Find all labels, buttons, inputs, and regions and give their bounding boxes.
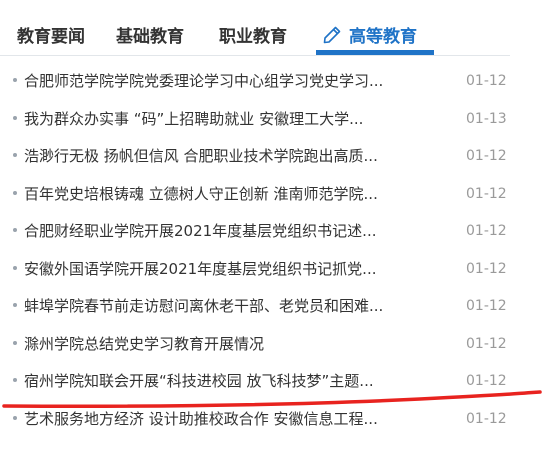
news-item[interactable]: 蚌埠学院春节前走访慰问离休老干部、老党员和困难... 01-12 bbox=[0, 288, 520, 326]
bullet-icon bbox=[13, 115, 17, 120]
active-tab-indicator bbox=[316, 50, 434, 55]
bullet-icon bbox=[13, 378, 17, 382]
news-date: 01-12 bbox=[466, 73, 507, 89]
bullet-icon bbox=[13, 340, 17, 345]
news-item[interactable]: 滁州学院总结党史学习教育开展情况 01-12 bbox=[0, 326, 520, 364]
bullet-icon bbox=[13, 78, 17, 82]
news-title[interactable]: 浩渺行无极 扬帆但信风 合肥职业技术学院跑出高质... bbox=[24, 144, 419, 168]
tab-bar: 教育要闻 基础教育 职业教育 高等教育 bbox=[0, 0, 510, 56]
news-title[interactable]: 安徽外国语学院开展2021年度基层党组织书记抓党... bbox=[24, 257, 419, 281]
news-item[interactable]: 我为群众办实事 “码”上招聘助就业 安徽理工大学... 01-13 bbox=[0, 101, 520, 139]
tab-education-news[interactable]: 教育要闻 bbox=[17, 22, 85, 52]
bullet-icon bbox=[13, 303, 17, 307]
tab-higher-education-label: 高等教育 bbox=[349, 27, 417, 47]
news-date: 01-12 bbox=[466, 260, 507, 277]
news-title[interactable]: 合肥财经职业学院开展2021年度基层党组织书记述... bbox=[24, 219, 419, 243]
news-title[interactable]: 我为群众办实事 “码”上招聘助就业 安徽理工大学... bbox=[24, 107, 419, 131]
bullet-icon bbox=[13, 265, 17, 270]
bullet-icon bbox=[13, 228, 17, 232]
bullet-icon bbox=[13, 190, 17, 195]
news-date: 01-12 bbox=[466, 223, 507, 239]
news-item[interactable]: 浩渺行无极 扬帆但信风 合肥职业技术学院跑出高质... 01-12 bbox=[0, 138, 520, 176]
news-date: 01-12 bbox=[466, 410, 507, 427]
news-date: 01-12 bbox=[466, 185, 507, 202]
news-item[interactable]: 宿州学院知联会开展“科技进校园 放飞科技梦”主题... 01-12 bbox=[0, 363, 520, 401]
bullet-icon bbox=[13, 415, 17, 420]
news-date: 01-13 bbox=[466, 110, 507, 127]
news-item[interactable]: 合肥师范学院学院党委理论学习中心组学习党史学习... 01-12 bbox=[0, 63, 520, 101]
news-item[interactable]: 合肥财经职业学院开展2021年度基层党组织书记述... 01-12 bbox=[0, 213, 520, 251]
news-date: 01-12 bbox=[466, 335, 507, 352]
news-date: 01-12 bbox=[466, 298, 507, 314]
tab-basic-education[interactable]: 基础教育 bbox=[116, 22, 184, 52]
news-title[interactable]: 合肥师范学院学院党委理论学习中心组学习党史学习... bbox=[24, 69, 419, 93]
bullet-icon bbox=[13, 153, 17, 157]
news-item[interactable]: 百年党史培根铸魂 立德树人守正创新 淮南师范学院... 01-12 bbox=[0, 176, 520, 214]
news-date: 01-12 bbox=[466, 373, 507, 389]
news-title[interactable]: 宿州学院知联会开展“科技进校园 放飞科技梦”主题... bbox=[24, 369, 419, 393]
news-item[interactable]: 安徽外国语学院开展2021年度基层党组织书记抓党... 01-12 bbox=[0, 251, 520, 289]
news-title[interactable]: 百年党史培根铸魂 立德树人守正创新 淮南师范学院... bbox=[24, 182, 419, 206]
news-title[interactable]: 滁州学院总结党史学习教育开展情况 bbox=[24, 332, 419, 356]
news-title[interactable]: 蚌埠学院春节前走访慰问离休老干部、老党员和困难... bbox=[24, 294, 419, 318]
tab-vocational-education[interactable]: 职业教育 bbox=[219, 22, 287, 52]
news-list: 合肥师范学院学院党委理论学习中心组学习党史学习... 01-12 我为群众办实事 … bbox=[0, 63, 520, 438]
news-item[interactable]: 艺术服务地方经济 设计助推校政合作 安徽信息工程... 01-12 bbox=[0, 401, 520, 439]
news-title[interactable]: 艺术服务地方经济 设计助推校政合作 安徽信息工程... bbox=[24, 407, 419, 431]
news-date: 01-12 bbox=[466, 148, 507, 164]
